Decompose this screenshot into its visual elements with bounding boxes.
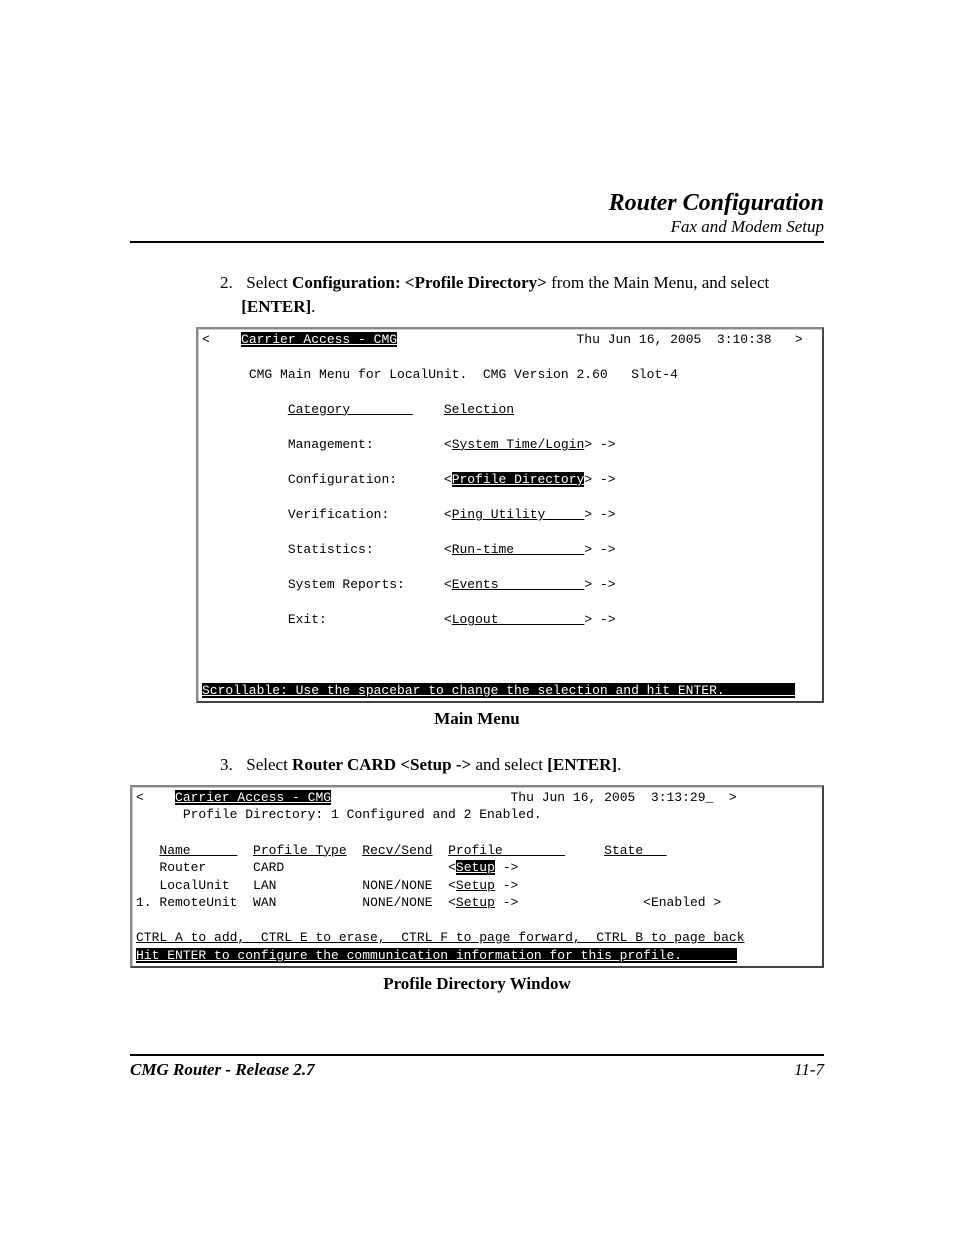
menu-row-statistics: Statistics: <Run-time > ->	[202, 541, 818, 559]
profile-row-router: Router CARD <Setup ->	[136, 859, 818, 877]
term-title: Carrier Access - CMG	[175, 790, 331, 805]
footer-page-number: 11-7	[794, 1060, 824, 1080]
profile-row-remoteunit: 1. RemoteUnit WAN NONE/NONE <Setup -> <E…	[136, 894, 818, 912]
step-2: 2. Select Configuration: <Profile Direct…	[220, 271, 824, 319]
term-footer-1: CTRL A to add, CTRL E to erase, CTRL F t…	[136, 930, 745, 945]
caption-main-menu: Main Menu	[130, 709, 824, 729]
menu-row-reports: System Reports: <Events > ->	[202, 576, 818, 594]
term-footer-2: Hit ENTER to configure the communication…	[136, 948, 737, 963]
term-footer-bar: Scrollable: Use the spacebar to change t…	[202, 683, 795, 698]
header-rule	[130, 241, 824, 243]
footer-rule	[130, 1054, 824, 1056]
page-header: Router Configuration Fax and Modem Setup	[130, 190, 824, 237]
step-number: 2.	[220, 271, 242, 295]
header-title: Router Configuration	[130, 190, 824, 217]
term-title: Carrier Access - CMG	[241, 332, 397, 347]
step-number: 3.	[220, 753, 242, 777]
menu-row-exit: Exit: <Logout > ->	[202, 611, 818, 629]
menu-row-management: Management: <System Time/Login> ->	[202, 436, 818, 454]
page-footer: CMG Router - Release 2.7 11-7	[130, 1060, 824, 1080]
step-text: Select Configuration: <Profile Directory…	[220, 273, 769, 316]
step-3: 3. Select Router CARD <Setup -> and sele…	[220, 753, 824, 777]
terminal-profile-directory: < Carrier Access - CMG Thu Jun 16, 2005 …	[130, 785, 824, 968]
terminal-main-menu: < Carrier Access - CMG Thu Jun 16, 2005 …	[196, 327, 824, 703]
header-subtitle: Fax and Modem Setup	[130, 217, 824, 237]
menu-row-verification: Verification: <Ping Utility > ->	[202, 506, 818, 524]
caption-profile-directory: Profile Directory Window	[130, 974, 824, 994]
menu-row-configuration: Configuration: <Profile Directory> ->	[202, 471, 818, 489]
profile-row-localunit: LocalUnit LAN NONE/NONE <Setup ->	[136, 877, 818, 895]
footer-left: CMG Router - Release 2.7	[130, 1060, 315, 1080]
step-text: Select Router CARD <Setup -> and select …	[246, 755, 621, 774]
